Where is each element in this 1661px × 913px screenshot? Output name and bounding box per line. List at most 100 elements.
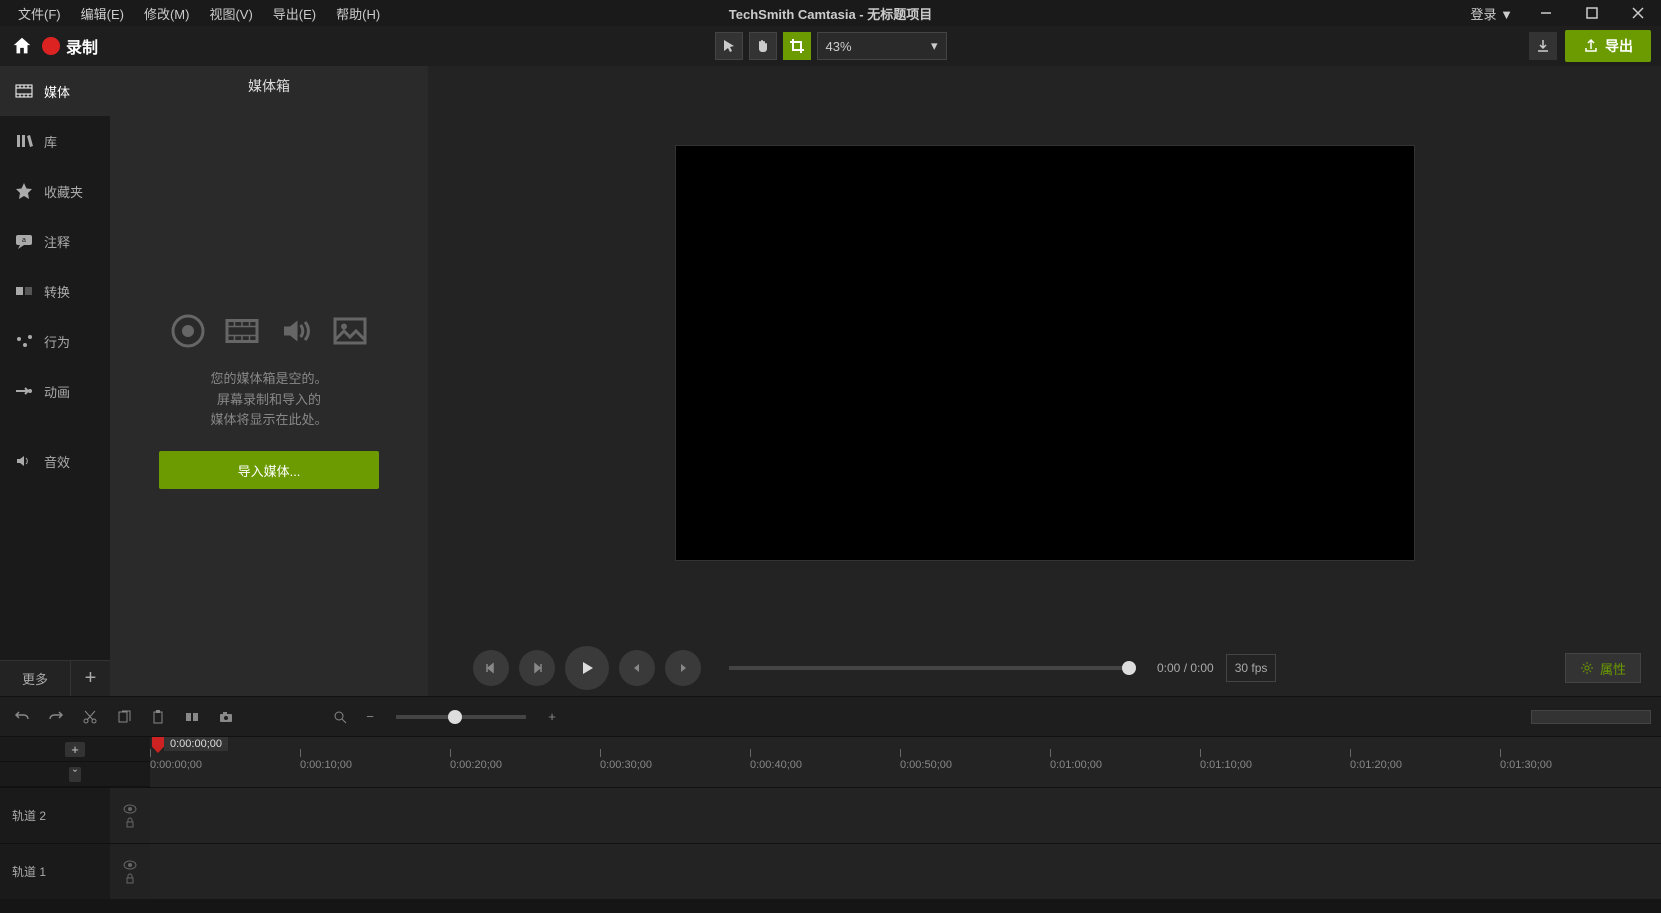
zoom-slider[interactable] — [396, 715, 526, 719]
record-button[interactable]: 录制 — [42, 34, 98, 58]
tab-label: 注释 — [44, 232, 70, 251]
redo-button[interactable] — [44, 705, 68, 729]
tab-audio[interactable]: 音效 — [0, 436, 110, 486]
tab-behavior[interactable]: 行为 — [0, 316, 110, 366]
track-content[interactable] — [150, 844, 1661, 899]
playhead-time: 0:00:00;00 — [164, 737, 228, 751]
playbar: 0:00 / 0:00 30 fps 属性 — [428, 640, 1661, 696]
timeline-tools: − + — [0, 696, 1661, 736]
track-content[interactable] — [150, 788, 1661, 843]
menu-edit[interactable]: 编辑(E) — [71, 1, 134, 26]
scrub-bar[interactable] — [729, 666, 1129, 670]
timeline-track: 轨道 2 — [0, 787, 1661, 843]
properties-button[interactable]: 属性 — [1565, 653, 1641, 683]
ruler-tick: 0:00:40;00 — [750, 759, 802, 771]
zoom-value: 43% — [826, 39, 852, 54]
menu-modify[interactable]: 修改(M) — [134, 1, 200, 26]
pointer-tool[interactable] — [715, 32, 743, 60]
tab-label: 库 — [44, 132, 57, 151]
audio-bin-icon — [278, 313, 314, 349]
download-button[interactable] — [1529, 32, 1557, 60]
cut-button[interactable] — [78, 705, 102, 729]
zoom-in-button[interactable]: + — [540, 705, 564, 729]
tab-label: 动画 — [44, 382, 70, 401]
export-label: 导出 — [1605, 36, 1633, 56]
tab-media[interactable]: 媒体 — [0, 66, 110, 116]
undo-button[interactable] — [10, 705, 34, 729]
lock-icon — [124, 872, 136, 884]
add-button[interactable]: + — [70, 660, 110, 696]
menu-export[interactable]: 导出(E) — [263, 1, 326, 26]
tab-label: 音效 — [44, 452, 70, 471]
menu-file[interactable]: 文件(F) — [8, 1, 71, 26]
time-display: 0:00 / 0:00 — [1157, 661, 1214, 675]
prev-marker-button[interactable] — [619, 650, 655, 686]
svg-text:a: a — [22, 237, 26, 244]
camera-button[interactable] — [214, 705, 238, 729]
fps-display[interactable]: 30 fps — [1226, 654, 1277, 682]
minimize-button[interactable] — [1523, 0, 1569, 26]
track-label[interactable]: 轨道 2 — [0, 788, 110, 843]
zoom-out-button[interactable]: − — [358, 705, 382, 729]
books-icon — [14, 131, 34, 151]
login-button[interactable]: 登录 ▼ — [1461, 1, 1523, 26]
window-title: TechSmith Camtasia - 无标题项目 — [729, 4, 932, 23]
canvas[interactable] — [675, 145, 1415, 561]
image-bin-icon — [332, 313, 368, 349]
tab-favorites[interactable]: 收藏夹 — [0, 166, 110, 216]
menu-help[interactable]: 帮助(H) — [326, 1, 390, 26]
tab-label: 行为 — [44, 332, 70, 351]
prev-frame-button[interactable] — [473, 650, 509, 686]
record-bin-icon — [170, 313, 206, 349]
topbar: 录制 43% ▾ 导出 — [0, 26, 1661, 66]
track-controls[interactable] — [110, 788, 150, 843]
tab-annotations[interactable]: a 注释 — [0, 216, 110, 266]
callout-icon: a — [14, 231, 34, 251]
hand-tool[interactable] — [749, 32, 777, 60]
import-media-button[interactable]: 导入媒体... — [159, 451, 379, 489]
next-marker-button[interactable] — [665, 650, 701, 686]
ruler-tick: 0:01:30;00 — [1500, 759, 1552, 771]
track-controls[interactable] — [110, 844, 150, 899]
ruler-tick: 0:00:20;00 — [450, 759, 502, 771]
playhead-marker-icon — [152, 737, 164, 753]
timeline-hscroll[interactable] — [1531, 710, 1651, 724]
tab-transitions[interactable]: 转换 — [0, 266, 110, 316]
eye-icon — [123, 804, 137, 814]
close-button[interactable] — [1615, 0, 1661, 26]
timeline-bottom-scroll[interactable] — [150, 899, 1661, 913]
timeline-ruler[interactable]: 0:00:00;00 0:00:00;00 0:00:10;00 0:00:20;0… — [150, 737, 1661, 787]
export-button[interactable]: 导出 — [1565, 30, 1651, 62]
menu-view[interactable]: 视图(V) — [199, 1, 262, 26]
film-icon — [14, 81, 34, 101]
play-button[interactable] — [565, 646, 609, 690]
split-button[interactable] — [180, 705, 204, 729]
more-button[interactable]: 更多 — [0, 660, 70, 696]
scrub-head[interactable] — [1122, 661, 1136, 675]
ruler-tick: 0:00:50;00 — [900, 759, 952, 771]
audio-icon — [14, 451, 34, 471]
maximize-button[interactable] — [1569, 0, 1615, 26]
ruler-tick: 0:00:10;00 — [300, 759, 352, 771]
track-collapse-button[interactable]: ˇ — [0, 762, 150, 787]
magnify-icon — [328, 705, 352, 729]
tab-animation[interactable]: 动画 — [0, 366, 110, 416]
playhead[interactable]: 0:00:00;00 — [150, 737, 164, 753]
copy-button[interactable] — [112, 705, 136, 729]
tab-label: 转换 — [44, 282, 70, 301]
chevron-down-icon: ▾ — [931, 38, 938, 54]
record-label: 录制 — [66, 34, 98, 58]
home-button[interactable] — [10, 34, 34, 58]
animation-icon — [14, 381, 34, 401]
properties-label: 属性 — [1600, 659, 1626, 678]
next-frame-button[interactable] — [519, 650, 555, 686]
behavior-icon — [14, 331, 34, 351]
paste-button[interactable] — [146, 705, 170, 729]
tab-library[interactable]: 库 — [0, 116, 110, 166]
zoom-slider-head[interactable] — [448, 710, 462, 724]
crop-tool[interactable] — [783, 32, 811, 60]
track-label[interactable]: 轨道 1 — [0, 844, 110, 899]
track-add-button[interactable]: + — [0, 737, 150, 762]
zoom-dropdown[interactable]: 43% ▾ — [817, 32, 947, 60]
tab-label: 媒体 — [44, 82, 70, 101]
